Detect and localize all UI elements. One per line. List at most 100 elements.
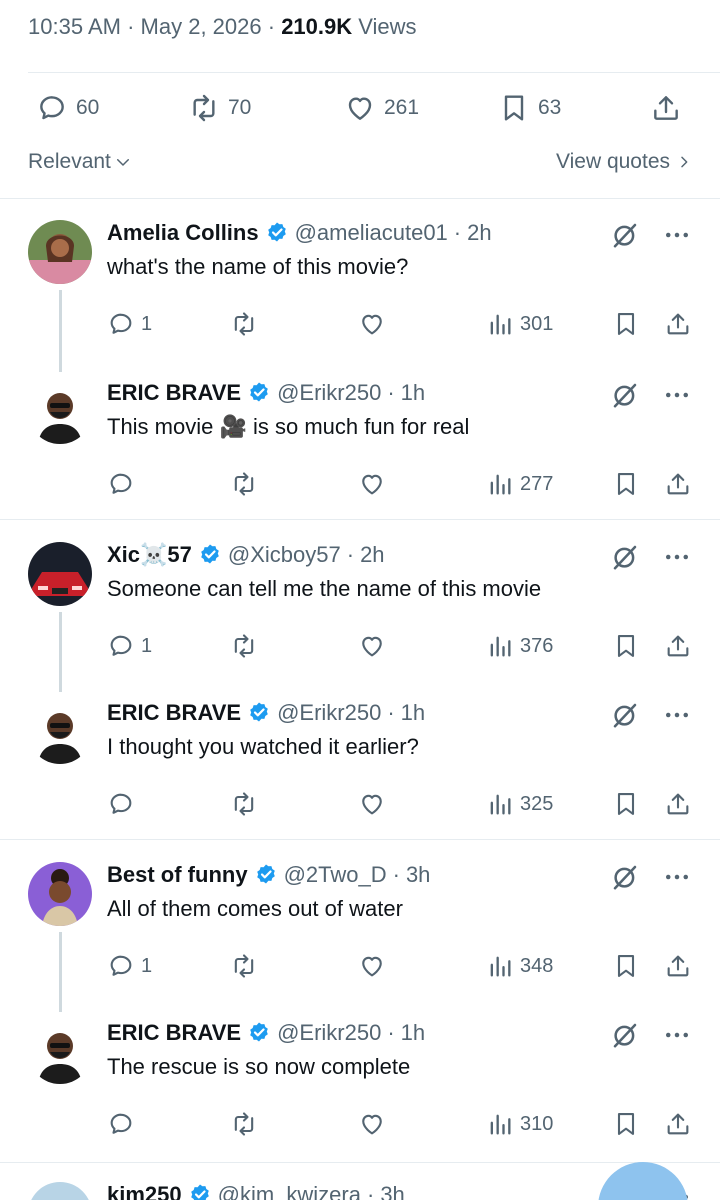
repost-button[interactable] xyxy=(230,310,258,338)
more-options-button[interactable] xyxy=(662,542,692,572)
verified-badge-icon xyxy=(267,222,286,242)
repost-icon xyxy=(234,472,254,496)
like-button[interactable] xyxy=(358,1110,386,1138)
author-name[interactable]: ERIC BRAVE xyxy=(107,700,241,726)
views-button[interactable]: 301 xyxy=(486,310,553,338)
reply-time[interactable]: 2h xyxy=(467,220,491,246)
reply-button[interactable]: 60 xyxy=(36,92,99,124)
reply-time[interactable]: 1h xyxy=(401,380,425,406)
reply-top-icons xyxy=(610,1020,692,1050)
grok-button[interactable] xyxy=(610,380,640,410)
reply-header: ERIC BRAVE @Erikr250 · 1h xyxy=(107,1020,425,1046)
bookmark-button[interactable] xyxy=(612,1110,640,1138)
avatar[interactable] xyxy=(28,862,92,926)
author-handle[interactable]: @Erikr250 xyxy=(277,700,381,726)
grok-icon xyxy=(613,1023,637,1048)
more-options-button[interactable] xyxy=(662,700,692,730)
post-date: May 2, 2026 xyxy=(140,14,262,39)
share-button[interactable] xyxy=(664,790,692,818)
compose-reply-button[interactable] xyxy=(598,1162,688,1200)
bookmark-button[interactable] xyxy=(612,310,640,338)
views-button[interactable]: 376 xyxy=(486,632,553,660)
share-button[interactable] xyxy=(664,470,692,498)
more-options-button[interactable] xyxy=(662,1020,692,1050)
avatar[interactable] xyxy=(28,542,92,606)
author-handle[interactable]: @kim_kwizera xyxy=(218,1182,361,1200)
like-button[interactable] xyxy=(358,310,386,338)
repost-icon xyxy=(234,1112,254,1136)
repost-button[interactable] xyxy=(230,470,258,498)
author-handle[interactable]: @Xicboy57 xyxy=(228,542,341,568)
grok-icon xyxy=(613,223,637,248)
repost-button[interactable] xyxy=(230,790,258,818)
author-name[interactable]: Best of funny xyxy=(107,862,248,888)
chevron-right-icon xyxy=(681,156,688,168)
repost-button[interactable] xyxy=(230,952,258,980)
bookmark-button[interactable]: 63 xyxy=(498,92,561,124)
grok-icon xyxy=(613,383,637,408)
sort-row: Relevant View quotes xyxy=(28,150,692,182)
author-name[interactable]: Amelia Collins xyxy=(107,220,259,246)
like-button[interactable]: 261 xyxy=(344,92,419,124)
sort-dropdown[interactable]: Relevant xyxy=(28,150,132,174)
author-handle[interactable]: @2Two_D xyxy=(284,862,387,888)
share-button[interactable] xyxy=(664,1110,692,1138)
reply-time[interactable]: 3h xyxy=(380,1182,404,1200)
more-options-button[interactable] xyxy=(662,380,692,410)
views-button[interactable]: 325 xyxy=(486,790,553,818)
grok-button[interactable] xyxy=(610,1020,640,1050)
views-button[interactable]: 277 xyxy=(486,470,553,498)
grok-button[interactable] xyxy=(610,862,640,892)
share-button[interactable] xyxy=(664,952,692,980)
bookmark-button[interactable] xyxy=(612,952,640,980)
reply-button[interactable]: 1 xyxy=(107,952,152,980)
author-handle[interactable]: @Erikr250 xyxy=(277,1020,381,1046)
reply-icon xyxy=(110,635,132,656)
views-button[interactable]: 348 xyxy=(486,952,553,980)
avatar[interactable] xyxy=(28,380,92,444)
like-button[interactable] xyxy=(358,632,386,660)
like-button[interactable] xyxy=(358,952,386,980)
reply-button[interactable]: 1 xyxy=(107,632,152,660)
bookmark-button[interactable] xyxy=(612,470,640,498)
avatar[interactable] xyxy=(28,1182,92,1200)
more-options-button[interactable] xyxy=(662,862,692,892)
avatar[interactable] xyxy=(28,1020,92,1084)
repost-button[interactable] xyxy=(230,632,258,660)
reply-time[interactable]: 1h xyxy=(401,1020,425,1046)
avatar[interactable] xyxy=(28,700,92,764)
share-button[interactable] xyxy=(650,92,682,124)
views-button[interactable]: 310 xyxy=(486,1110,553,1138)
reply-icon xyxy=(110,1113,132,1134)
repost-button[interactable]: 70 xyxy=(188,92,251,124)
repost-button[interactable] xyxy=(230,1110,258,1138)
like-button[interactable] xyxy=(358,790,386,818)
reply-time[interactable]: 2h xyxy=(360,542,384,568)
author-handle[interactable]: @Erikr250 xyxy=(277,380,381,406)
reply-button[interactable] xyxy=(107,1110,141,1138)
author-name[interactable]: Xic☠️57 xyxy=(107,542,192,568)
reply-time[interactable]: 1h xyxy=(401,700,425,726)
avatar[interactable] xyxy=(28,220,92,284)
verified-badge-icon xyxy=(250,382,268,402)
author-name[interactable]: kim250 xyxy=(107,1182,182,1200)
author-name[interactable]: ERIC BRAVE xyxy=(107,1020,241,1046)
grok-button[interactable] xyxy=(610,700,640,730)
author-name[interactable]: ERIC BRAVE xyxy=(107,380,241,406)
author-handle[interactable]: @ameliacute01 xyxy=(295,220,448,246)
chevron-down-icon xyxy=(116,159,129,166)
reply-button[interactable]: 1 xyxy=(107,310,152,338)
reply-top-icons xyxy=(610,380,692,410)
grok-button[interactable] xyxy=(610,220,640,250)
like-button[interactable] xyxy=(358,470,386,498)
bookmark-button[interactable] xyxy=(612,790,640,818)
grok-button[interactable] xyxy=(610,542,640,572)
reply-button[interactable] xyxy=(107,790,141,818)
reply-time[interactable]: 3h xyxy=(406,862,430,888)
share-button[interactable] xyxy=(664,310,692,338)
share-button[interactable] xyxy=(664,632,692,660)
bookmark-button[interactable] xyxy=(612,632,640,660)
reply-button[interactable] xyxy=(107,470,141,498)
more-options-button[interactable] xyxy=(662,220,692,250)
view-quotes-link[interactable]: View quotes xyxy=(556,150,692,174)
